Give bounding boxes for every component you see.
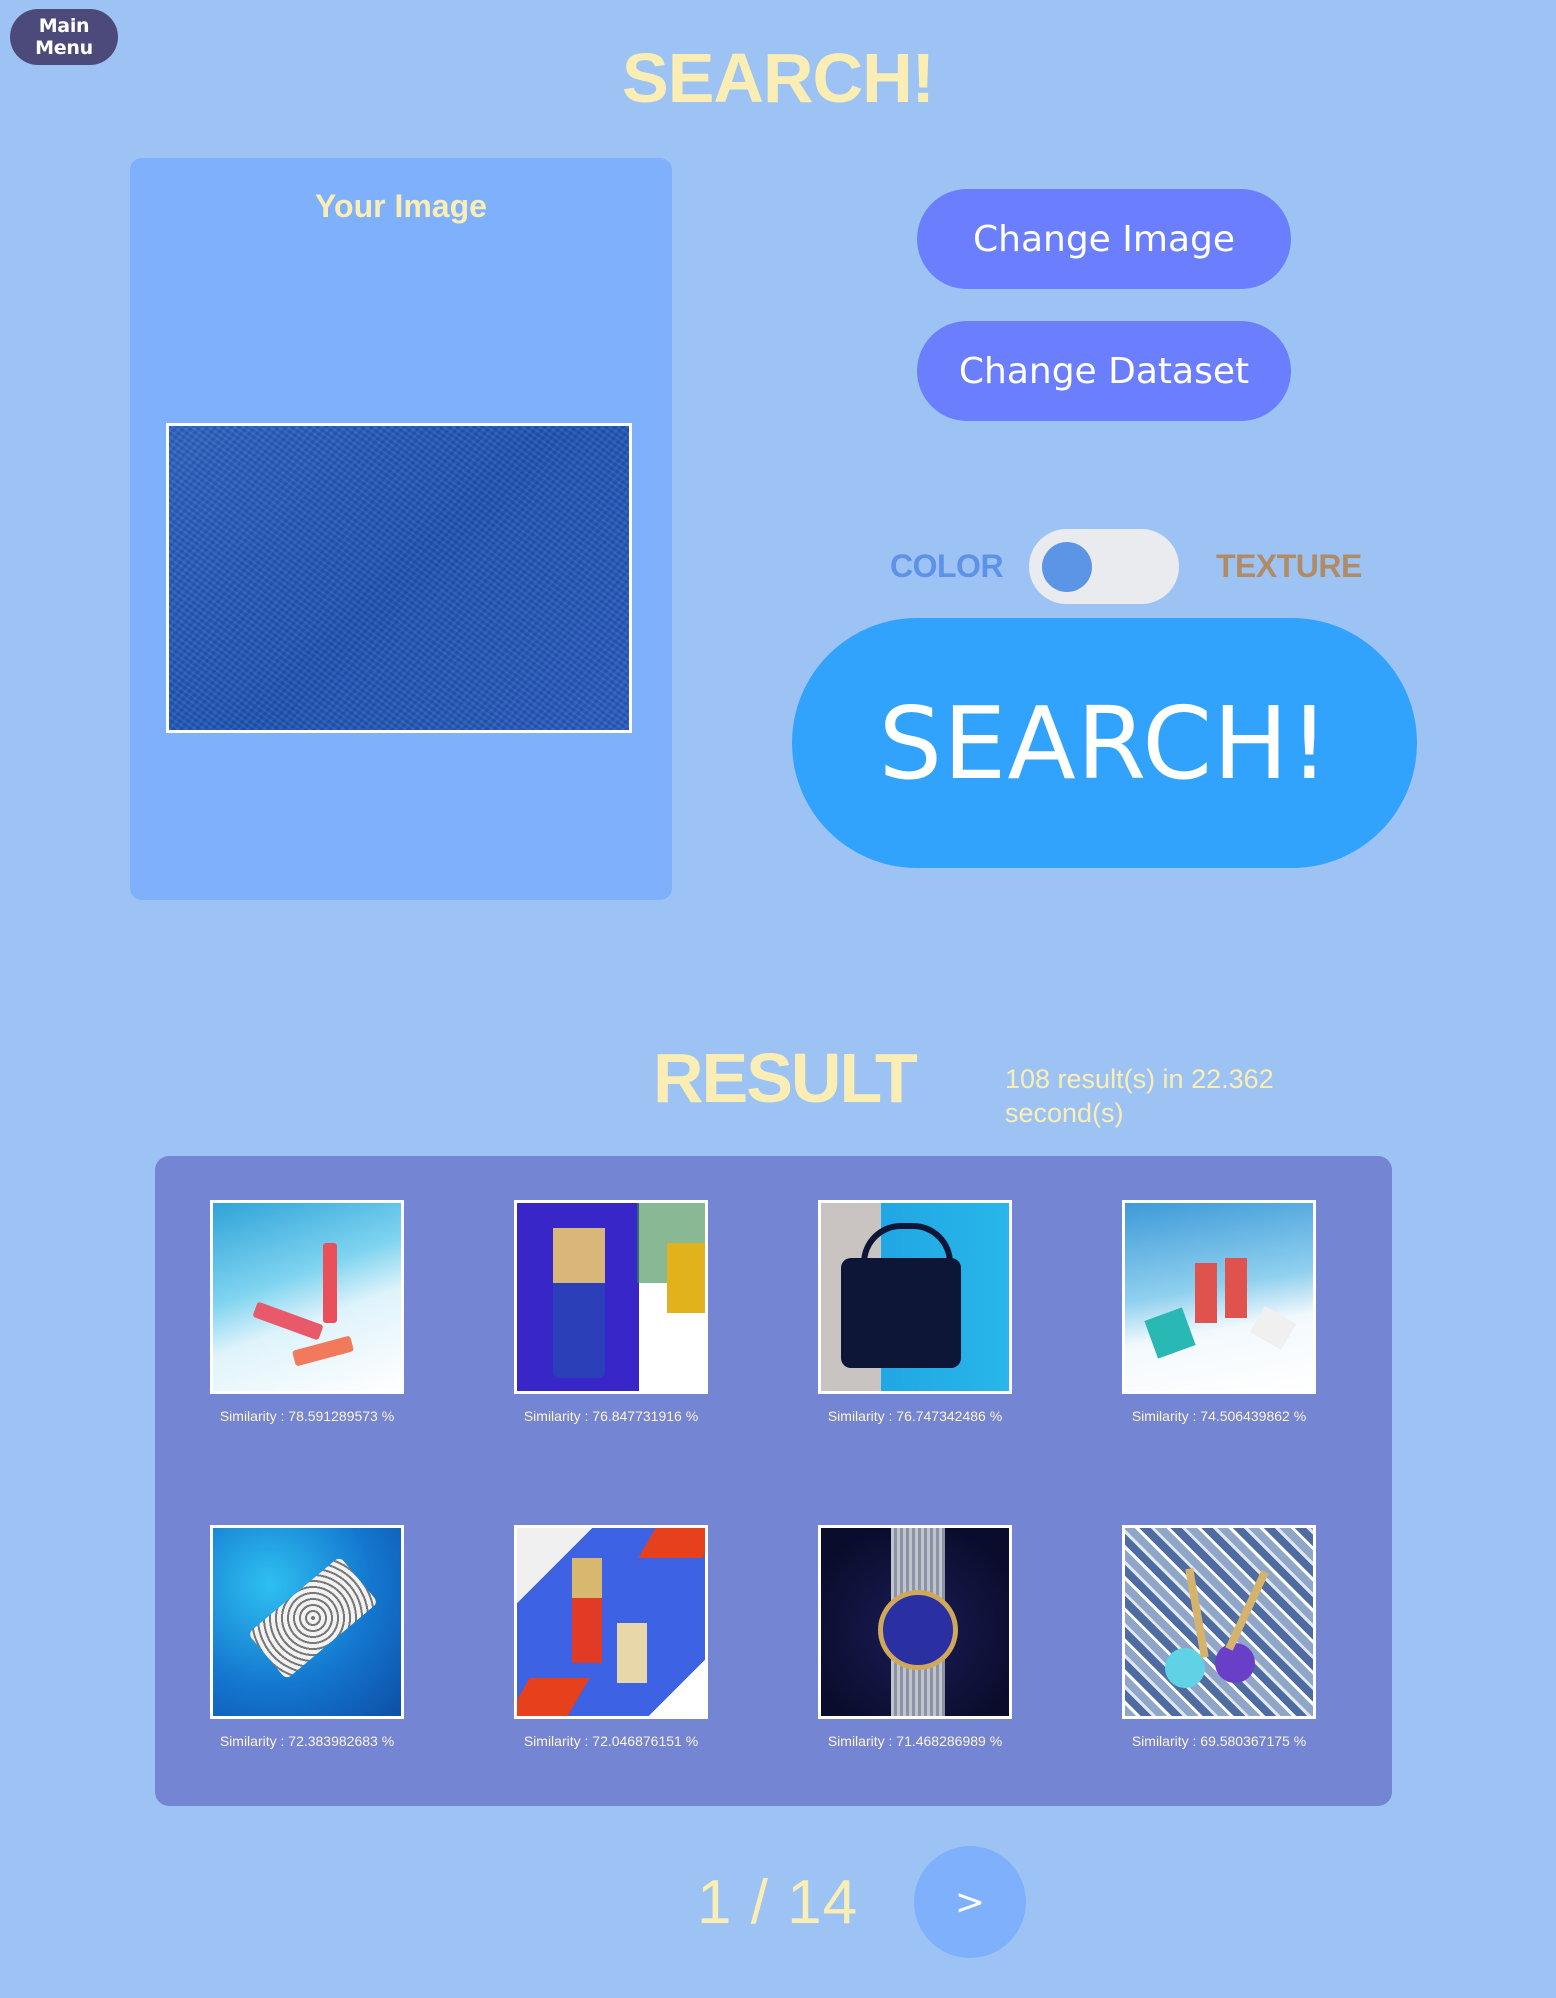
result-thumbnail[interactable] bbox=[818, 1200, 1012, 1394]
results-panel: Similarity : 78.591289573 % Similarity :… bbox=[155, 1156, 1392, 1806]
page-title: SEARCH! bbox=[622, 39, 935, 117]
result-item[interactable]: Similarity : 76.747342486 % bbox=[818, 1200, 1018, 1424]
result-stats: 108 result(s) in 22.362 second(s) bbox=[1005, 1064, 1274, 1128]
result-item[interactable]: Similarity : 76.847731916 % bbox=[514, 1200, 714, 1424]
page-indicator: 1 / 14 bbox=[697, 1868, 859, 1937]
similarity-label: Similarity : 76.747342486 % bbox=[827, 1408, 1003, 1424]
result-item[interactable]: Similarity : 69.580367175 % bbox=[1122, 1525, 1322, 1749]
result-thumbnail[interactable] bbox=[818, 1525, 1012, 1719]
result-thumbnail[interactable] bbox=[210, 1200, 404, 1394]
query-image-title: Your Image bbox=[315, 188, 487, 224]
result-thumbnail[interactable] bbox=[1122, 1200, 1316, 1394]
similarity-label: Similarity : 69.580367175 % bbox=[1131, 1733, 1307, 1749]
result-item[interactable]: Similarity : 78.591289573 % bbox=[210, 1200, 410, 1424]
similarity-label: Similarity : 72.383982683 % bbox=[219, 1733, 395, 1749]
query-image-card: Your Image bbox=[130, 158, 672, 900]
similarity-label: Similarity : 72.046876151 % bbox=[523, 1733, 699, 1749]
result-thumbnail[interactable] bbox=[1122, 1525, 1316, 1719]
mode-texture-label: TEXTURE bbox=[1216, 548, 1362, 584]
change-dataset-button[interactable]: Change Dataset bbox=[917, 321, 1291, 421]
result-thumbnail[interactable] bbox=[514, 1525, 708, 1719]
next-page-button[interactable]: > bbox=[914, 1846, 1026, 1958]
search-button[interactable]: SEARCH! bbox=[792, 618, 1417, 868]
similarity-label: Similarity : 71.468286989 % bbox=[827, 1733, 1003, 1749]
similarity-label: Similarity : 78.591289573 % bbox=[219, 1408, 395, 1424]
query-image bbox=[166, 423, 632, 733]
color-texture-toggle[interactable] bbox=[1029, 529, 1179, 604]
result-item[interactable]: Similarity : 74.506439862 % bbox=[1122, 1200, 1322, 1424]
similarity-label: Similarity : 74.506439862 % bbox=[1131, 1408, 1307, 1424]
result-thumbnail[interactable] bbox=[210, 1525, 404, 1719]
change-image-button[interactable]: Change Image bbox=[917, 189, 1291, 289]
result-item[interactable]: Similarity : 72.046876151 % bbox=[514, 1525, 714, 1749]
similarity-label: Similarity : 76.847731916 % bbox=[523, 1408, 699, 1424]
result-item[interactable]: Similarity : 72.383982683 % bbox=[210, 1525, 410, 1749]
result-thumbnail[interactable] bbox=[514, 1200, 708, 1394]
result-item[interactable]: Similarity : 71.468286989 % bbox=[818, 1525, 1018, 1749]
result-title: RESULT bbox=[653, 1039, 918, 1117]
mode-color-label: COLOR bbox=[890, 548, 1004, 584]
toggle-knob bbox=[1042, 542, 1092, 592]
